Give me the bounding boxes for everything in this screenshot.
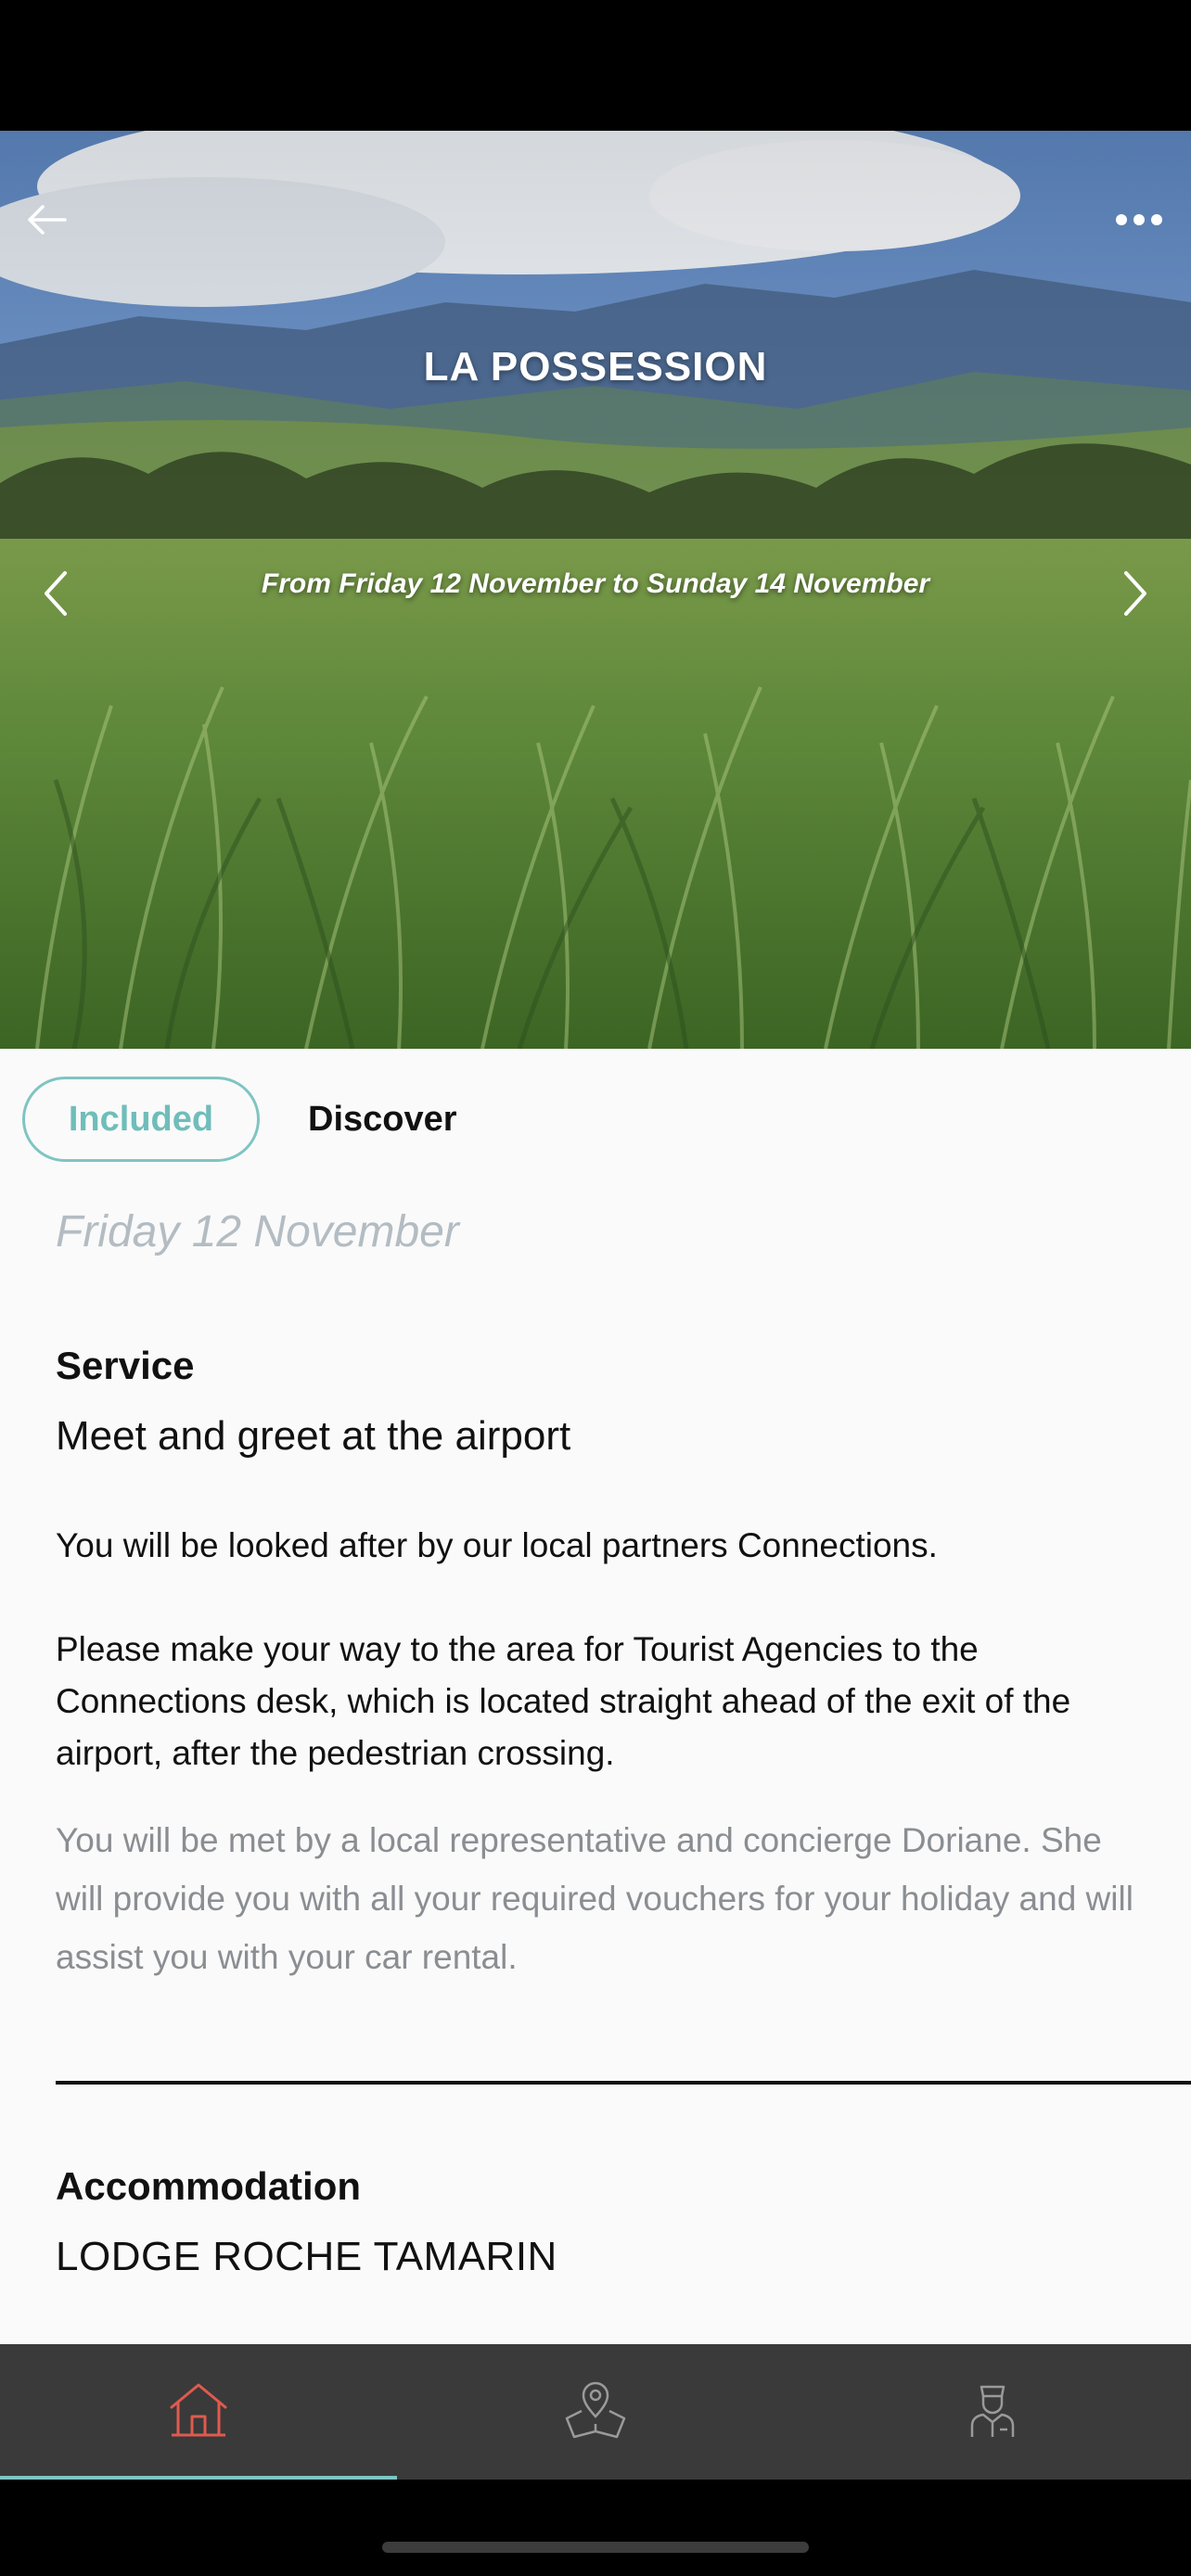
service-description-3: You will be met by a local representativ… [56, 1821, 1133, 1976]
service-description-1: You will be looked after by our local pa… [56, 1526, 938, 1564]
nav-concierge[interactable] [794, 2344, 1191, 2480]
accommodation-label: Accommodation [56, 2164, 362, 2208]
system-home-area [0, 2480, 1191, 2576]
tab-included[interactable]: Included [22, 1077, 260, 1162]
home-indicator[interactable] [382, 2542, 809, 2553]
service-title: Meet and greet at the airport [56, 1413, 571, 1459]
itinerary-content: Included Discover Friday 12 November Ser… [0, 1049, 1191, 2344]
tab-bar: Included Discover [22, 1077, 457, 1162]
home-icon [168, 2381, 229, 2443]
back-button[interactable] [17, 192, 76, 251]
day-heading: Friday 12 November [56, 1207, 459, 1256]
chevron-right-icon [1122, 570, 1148, 621]
trip-dates: From Friday 12 November to Sunday 14 Nov… [261, 568, 930, 599]
more-options-button[interactable] [1104, 192, 1174, 251]
tab-discover[interactable]: Discover [308, 1077, 457, 1162]
bottom-navigation [0, 2344, 1191, 2480]
service-description-2: Please make your way to the area for Tou… [56, 1630, 1071, 1772]
hero-banner: LA POSSESSION From Friday 12 November to… [0, 131, 1191, 1049]
service-label: Service [56, 1344, 195, 1387]
arrow-left-icon [26, 204, 67, 239]
accommodation-name: LODGE ROCHE TAMARIN [56, 2234, 557, 2279]
next-destination-button[interactable] [1108, 563, 1163, 628]
destination-title: LA POSSESSION [423, 344, 768, 389]
nav-map[interactable] [397, 2344, 794, 2480]
section-divider [56, 2081, 1191, 2085]
concierge-icon [967, 2381, 1018, 2443]
map-pin-icon [563, 2381, 628, 2443]
more-horizontal-icon [1115, 213, 1163, 231]
nav-home[interactable] [0, 2344, 397, 2480]
status-bar [0, 0, 1191, 131]
